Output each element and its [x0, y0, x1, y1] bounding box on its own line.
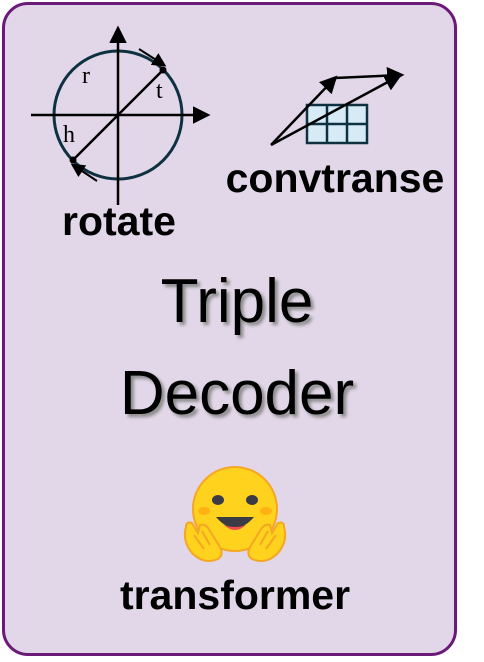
point-h	[69, 156, 77, 164]
transformer-label: transformer	[119, 572, 351, 618]
hugging-face-icon	[183, 466, 287, 562]
left-eye	[212, 495, 224, 505]
convtranse-label: convtranse	[225, 155, 445, 201]
rotation-diagram-icon: r t h	[31, 25, 211, 205]
convolution-diagram-icon	[270, 67, 405, 147]
title-line-1: Triple	[160, 267, 314, 336]
symbol-r: r	[82, 63, 90, 89]
conv-arrow-2	[334, 67, 405, 85]
symbol-t: t	[156, 78, 163, 104]
point-t	[159, 66, 167, 74]
left-cheek	[198, 507, 210, 515]
symbol-h: h	[63, 122, 75, 148]
title-line-2: Decoder	[119, 359, 355, 428]
rotate-label: rotate	[62, 198, 176, 244]
right-cheek	[260, 507, 272, 515]
right-eye	[246, 495, 258, 505]
decoder-card: r t h rotate convtranse Triple Decoder t…	[2, 2, 457, 656]
